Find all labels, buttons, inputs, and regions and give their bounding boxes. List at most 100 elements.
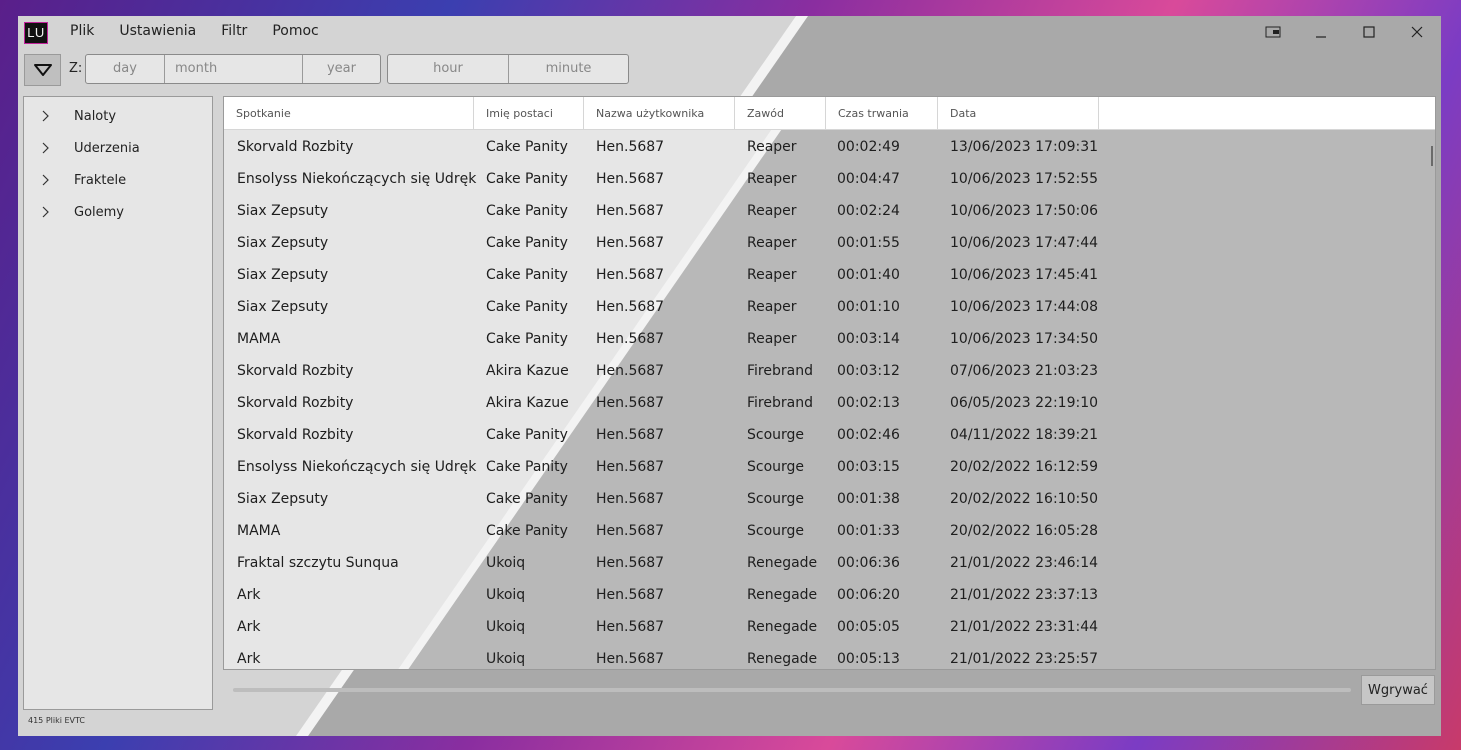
cell-character: Cake Panity <box>486 299 568 315</box>
cell-account: Hen.5687 <box>596 331 665 347</box>
cell-encounter: Ensolyss Niekończących się Udręk <box>237 171 477 187</box>
table-row[interactable]: MAMA Cake Panity Hen.5687 Scourge 00:01:33 20… <box>224 515 1424 547</box>
upload-button[interactable]: Wgrywać <box>1361 675 1435 705</box>
cell-encounter: Siax Zepsuty <box>237 267 329 283</box>
table-row[interactable]: Skorvald Rozbity Cake Panity Hen.5687 Reape… <box>224 131 1424 163</box>
cell-character: Akira Kazue <box>486 363 569 379</box>
cell-date: 06/05/2023 22:19:10 <box>950 395 1099 411</box>
cell-account: Hen.5687 <box>596 651 665 667</box>
cell-date: 10/06/2023 17:52:55 <box>950 171 1099 187</box>
cell-account: Hen.5687 <box>596 267 665 283</box>
table-row[interactable]: Skorvald Rozbity Cake Panity Hen.5687 Scour… <box>224 419 1424 451</box>
horizontal-scrollbar[interactable] <box>233 688 1351 692</box>
cell-profession: Scourge <box>747 491 805 507</box>
cell-encounter: Siax Zepsuty <box>237 491 329 507</box>
triangle-down-icon <box>33 64 52 76</box>
cell-date: 07/06/2023 21:03:23 <box>950 363 1099 379</box>
hour-field[interactable]: hour <box>388 55 509 83</box>
cell-character: Ukoiq <box>486 555 526 571</box>
cell-profession: Firebrand <box>747 395 813 411</box>
table-row[interactable]: Ensolyss Niekończących się Udręk Cake Pan… <box>224 451 1424 483</box>
filter-toggle-button[interactable] <box>24 54 61 86</box>
table-row[interactable]: Siax Zepsuty Cake Panity Hen.5687 Reaper 00:… <box>224 227 1424 259</box>
table-row[interactable]: Siax Zepsuty Cake Panity Hen.5687 Reaper 00:… <box>224 195 1424 227</box>
table-row[interactable]: Ark Ukoiq Hen.5687 Renegade 00:05:05 21/01/20… <box>224 611 1424 643</box>
cell-date: 21/01/2022 23:46:14 <box>950 555 1099 571</box>
day-field[interactable]: day <box>86 55 165 83</box>
month-field[interactable]: month <box>165 55 303 83</box>
tree-item-golemy[interactable]: Golemy <box>24 196 212 228</box>
cell-date: 10/06/2023 17:47:44 <box>950 235 1099 251</box>
table-row[interactable]: Siax Zepsuty Cake Panity Hen.5687 Scourge 00… <box>224 483 1424 515</box>
cell-account: Hen.5687 <box>596 459 665 475</box>
cell-character: Cake Panity <box>486 267 568 283</box>
time-picker[interactable]: hour minute <box>387 54 629 84</box>
table-row[interactable]: Siax Zepsuty Cake Panity Hen.5687 Reaper 00:… <box>224 259 1424 291</box>
table-row[interactable]: Ark Ukoiq Hen.5687 Renegade 00:06:20 21/01/20… <box>224 579 1424 611</box>
cell-duration: 00:01:40 <box>837 267 900 283</box>
cell-character: Ukoiq <box>486 619 526 635</box>
cell-duration: 00:05:13 <box>837 651 900 667</box>
cell-encounter: Siax Zepsuty <box>237 299 329 315</box>
menu-item-pomoc[interactable]: Pomoc <box>264 23 326 39</box>
cell-date: 13/06/2023 17:09:31 <box>950 139 1099 155</box>
cell-account: Hen.5687 <box>596 235 665 251</box>
cell-profession: Scourge <box>747 427 805 443</box>
column-header-encounter[interactable]: Spotkanie <box>224 97 474 130</box>
cell-duration: 00:03:15 <box>837 459 900 475</box>
table-row[interactable]: Fraktal szczytu Sunqua Ukoiq Hen.5687 Reneg… <box>224 547 1424 579</box>
cell-profession: Reaper <box>747 203 797 219</box>
cell-encounter: Skorvald Rozbity <box>237 139 354 155</box>
cell-duration: 00:03:12 <box>837 363 900 379</box>
cell-character: Cake Panity <box>486 171 568 187</box>
minute-field[interactable]: minute <box>509 55 628 83</box>
cell-character: Cake Panity <box>486 459 568 475</box>
cell-duration: 00:03:14 <box>837 331 900 347</box>
compact-overlay-button[interactable] <box>1249 16 1297 48</box>
cell-encounter: Ark <box>237 651 261 667</box>
cell-date: 21/01/2022 23:31:44 <box>950 619 1099 635</box>
close-button[interactable] <box>1393 16 1441 48</box>
minimize-button[interactable] <box>1297 16 1345 48</box>
column-header-account[interactable]: Nazwa użytkownika <box>584 97 735 130</box>
cell-encounter: MAMA <box>237 523 281 539</box>
cell-encounter: Ensolyss Niekończących się Udręk <box>237 459 477 475</box>
table-row[interactable]: Ark Ukoiq Hen.5687 Renegade 00:05:13 21/01/20… <box>224 643 1424 669</box>
cell-account: Hen.5687 <box>596 171 665 187</box>
tree-item-uderzenia[interactable]: Uderzenia <box>24 132 212 164</box>
table-header: Spotkanie Imię postaci Nazwa użytkownika… <box>224 97 1435 130</box>
table-row[interactable]: Skorvald Rozbity Akira Kazue Hen.5687 Fireb… <box>224 387 1424 419</box>
vertical-scrollbar[interactable] <box>1431 146 1433 166</box>
window-controls <box>1249 16 1441 48</box>
cell-duration: 00:02:46 <box>837 427 900 443</box>
table-row[interactable]: Siax Zepsuty Cake Panity Hen.5687 Reaper 00:… <box>224 291 1424 323</box>
menu-item-filtr[interactable]: Filtr <box>213 23 255 39</box>
tree-item-naloty[interactable]: Naloty <box>24 100 212 132</box>
column-header-profession[interactable]: Zawód <box>735 97 826 130</box>
table-row[interactable]: Skorvald Rozbity Akira Kazue Hen.5687 Fireb… <box>224 355 1424 387</box>
cell-date: 04/11/2022 18:39:21 <box>950 427 1099 443</box>
column-header-duration[interactable]: Czas trwania <box>826 97 938 130</box>
cell-duration: 00:01:33 <box>837 523 900 539</box>
column-header-date[interactable]: Data <box>938 97 1099 130</box>
tree-item-fraktele[interactable]: Fraktele <box>24 164 212 196</box>
menu-item-plik[interactable]: Plik <box>62 23 102 39</box>
date-picker[interactable]: day month year <box>85 54 381 84</box>
table-row[interactable]: MAMA Cake Panity Hen.5687 Reaper 00:03:14 10/… <box>224 323 1424 355</box>
cell-profession: Firebrand <box>747 363 813 379</box>
menu-item-ustawienia[interactable]: Ustawienia <box>111 23 204 39</box>
maximize-button[interactable] <box>1345 16 1393 48</box>
cell-duration: 00:06:20 <box>837 587 900 603</box>
cell-character: Ukoiq <box>486 651 526 667</box>
maximize-icon <box>1363 26 1375 38</box>
minimize-icon <box>1316 36 1326 38</box>
logs-table: Spotkanie Imię postaci Nazwa użytkownika… <box>223 96 1436 670</box>
cell-encounter: Fraktal szczytu Sunqua <box>237 555 399 571</box>
table-row[interactable]: Ensolyss Niekończących się Udręk Cake Pan… <box>224 163 1424 195</box>
cell-account: Hen.5687 <box>596 555 665 571</box>
column-header-character[interactable]: Imię postaci <box>474 97 584 130</box>
cell-date: 21/01/2022 23:37:13 <box>950 587 1099 603</box>
year-field[interactable]: year <box>303 55 380 83</box>
cell-encounter: Skorvald Rozbity <box>237 427 354 443</box>
table-body: Skorvald Rozbity Cake Panity Hen.5687 Reape… <box>224 131 1424 669</box>
